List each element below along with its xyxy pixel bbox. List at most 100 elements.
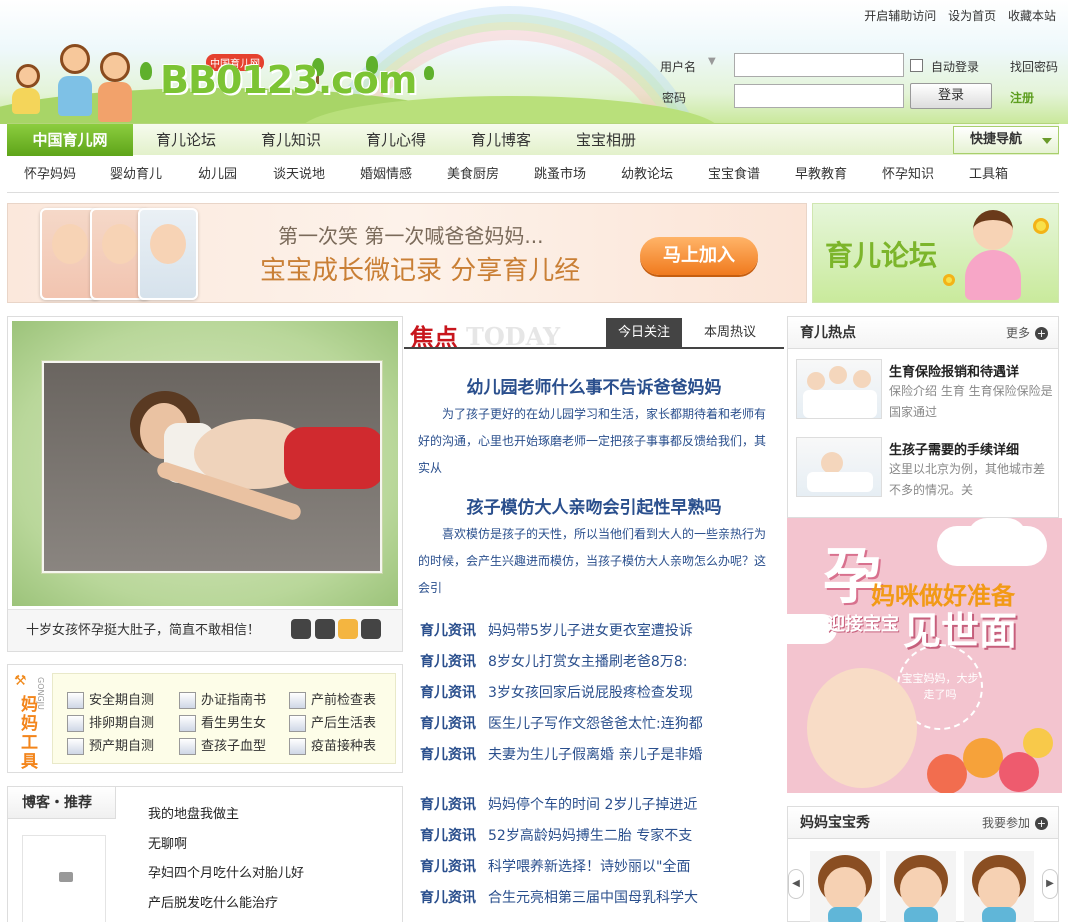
tool-icon — [179, 738, 196, 755]
news-item[interactable]: 育儿资讯 合生元亮相第三届中国母乳科学大 — [420, 887, 698, 907]
tool-icon — [289, 738, 306, 755]
subnav-item[interactable]: 婴幼育儿 — [110, 157, 162, 193]
slide-dot-active[interactable] — [338, 619, 358, 639]
join-now-button[interactable]: 马上加入 — [640, 237, 758, 275]
forum-banner[interactable]: 育儿论坛 — [812, 203, 1059, 303]
nav-home[interactable]: 中国育儿网 — [7, 124, 133, 156]
hot-item-title[interactable]: 生孩子需要的手续详细 — [889, 439, 1019, 458]
hot-thumbnail[interactable] — [796, 437, 882, 497]
subnav-item[interactable]: 早教教育 — [795, 157, 847, 193]
tool-icon — [67, 715, 84, 732]
tool-ovulation[interactable]: 排卵期自测 — [67, 715, 154, 733]
subnav-item[interactable]: 幼儿园 — [198, 157, 237, 193]
blog-link[interactable]: 无聊啊 — [148, 833, 187, 852]
focus-body: 幼儿园老师什么事不告诉爸爸妈妈 为了孩子更好的在幼儿园学习和生活，家长都期待着和… — [404, 347, 784, 609]
subnav-item[interactable]: 谈天说地 — [273, 157, 325, 193]
bookmark-link[interactable]: 收藏本站 — [1008, 9, 1056, 23]
subnav-item[interactable]: 美食厨房 — [447, 157, 499, 193]
news-item[interactable]: 育儿资讯 52岁高龄妈妈搏生二胎 专家不支 — [420, 825, 692, 845]
show-title: 妈妈宝宝秀 — [800, 815, 870, 831]
tool-icon — [289, 692, 306, 709]
blog-link[interactable]: 我的地盘我做主 — [148, 803, 239, 822]
hammer-icon: ⚒ — [14, 673, 27, 689]
blog-recommend: 博客・推荐 我的地盘我做主 无聊啊 孕妇四个月吃什么对胎儿好 产后脱发吃什么能治… — [7, 786, 403, 922]
show-avatar[interactable] — [964, 851, 1034, 922]
tool-vaccine[interactable]: 疫苗接种表 — [289, 738, 376, 756]
tool-prenatal-check[interactable]: 产前检查表 — [289, 692, 376, 710]
slide-photo[interactable] — [42, 361, 382, 573]
flower-icon — [943, 274, 955, 286]
mom-tools: ⚒ 妈妈工具 GONGJU 安全期自测 办证指南书 产前检查表 排卵期自测 看生… — [7, 664, 403, 773]
tool-due-date[interactable]: 预产期自测 — [67, 738, 154, 756]
tab-weekly[interactable]: 本周热议 — [690, 318, 770, 348]
main-nav: 中国育儿网 育儿论坛 育儿知识 育儿心得 育儿博客 宝宝相册 快捷导航 — [7, 123, 1059, 156]
accessibility-link[interactable]: 开启辅助访问 — [864, 9, 936, 23]
subnav-item[interactable]: 幼教论坛 — [621, 157, 673, 193]
slide-dot[interactable] — [291, 619, 311, 639]
nav-knowledge[interactable]: 育儿知识 — [261, 124, 321, 156]
subnav-item[interactable]: 婚姻情感 — [360, 157, 412, 193]
hot-item-title[interactable]: 生育保险报销和待遇详 — [889, 361, 1019, 380]
chevron-down-icon[interactable]: ▼ — [708, 56, 716, 67]
quick-nav-dropdown[interactable]: 快捷导航 — [953, 126, 1059, 154]
tool-blood-type[interactable]: 查孩子血型 — [179, 738, 266, 756]
slide-dot[interactable] — [315, 619, 335, 639]
nav-album[interactable]: 宝宝相册 — [576, 124, 636, 156]
subnav-item[interactable]: 宝宝食谱 — [708, 157, 760, 193]
tool-certificate-guide[interactable]: 办证指南书 — [179, 692, 266, 710]
join-link[interactable]: 我要参加 + — [982, 807, 1048, 839]
blog-link[interactable]: 产后脱发吃什么能治疗 — [148, 892, 278, 911]
nav-experience[interactable]: 育儿心得 — [366, 124, 426, 156]
tools-en-label: GONGJU — [36, 677, 45, 710]
password-label: 密码 — [662, 91, 687, 105]
tool-icon — [67, 738, 84, 755]
tool-gender[interactable]: 看生男生女 — [179, 715, 266, 733]
news-item[interactable]: 育儿资讯 夫妻为生儿子假离婚 亲儿子是非婚 — [420, 744, 702, 764]
username-input[interactable] — [734, 53, 904, 77]
nav-blog[interactable]: 育儿博客 — [471, 124, 531, 156]
headline-link[interactable]: 幼儿园老师什么事不告诉爸爸妈妈 — [404, 373, 784, 398]
news-item[interactable]: 育儿资讯 妈妈带5岁儿子进女更衣室遭投诉 — [420, 620, 693, 640]
subnav-item[interactable]: 怀孕知识 — [882, 157, 934, 193]
flower-icon — [1033, 218, 1049, 234]
forgot-password-link[interactable]: 找回密码 — [1010, 58, 1058, 75]
site-logo[interactable]: BB0123.com — [160, 58, 417, 102]
hot-title: 育儿热点 — [800, 325, 856, 341]
auto-login-label: 自动登录 — [931, 60, 980, 74]
news-item[interactable]: 育儿资讯 妈妈停个车的时间 2岁儿子掉进近 — [420, 794, 697, 814]
baby-illustration — [807, 668, 917, 788]
blog-link[interactable]: 孕妇四个月吃什么对胎儿好 — [148, 862, 304, 881]
tab-today[interactable]: 今日关注 — [606, 318, 682, 348]
news-item[interactable]: 育儿资讯 3岁女孩回家后说屁股疼检查发现 — [420, 682, 693, 702]
set-homepage-link[interactable]: 设为首页 — [948, 9, 996, 23]
news-item[interactable]: 育儿资讯 8岁女儿打赏女主播刷老爸8万8: — [420, 651, 687, 671]
show-avatar[interactable] — [810, 851, 880, 922]
show-avatar[interactable] — [886, 851, 956, 922]
chevron-left-icon[interactable]: ◀ — [788, 869, 804, 899]
more-link[interactable]: 更多 + — [1006, 317, 1048, 349]
tool-safe-period[interactable]: 安全期自测 — [67, 692, 154, 710]
pregnancy-ad[interactable]: 孕 妈咪做好准备 迎接宝宝 见世面 宝宝妈妈，大步走了吗 — [787, 518, 1062, 793]
password-input[interactable] — [734, 84, 904, 108]
tool-icon — [67, 692, 84, 709]
join-banner[interactable]: 第一次笑 第一次喊爸爸妈妈... 宝宝成长微记录 分享育儿经 马上加入 — [7, 203, 807, 303]
tool-icon — [179, 692, 196, 709]
chevron-right-icon[interactable]: ▶ — [1042, 869, 1058, 899]
focus-header: TODAY 焦点 今日关注 本周热议 — [404, 316, 784, 352]
auto-login-checkbox[interactable] — [910, 59, 923, 72]
tool-postpartum[interactable]: 产后生活表 — [289, 715, 376, 733]
subnav-item[interactable]: 怀孕妈妈 — [24, 157, 76, 193]
subnav-item[interactable]: 工具箱 — [969, 157, 1008, 193]
register-link[interactable]: 注册 — [1010, 89, 1034, 106]
login-form: 用户名 ▼ 自动登录 找回密码 密码 登录 注册 — [660, 52, 1064, 112]
subnav-item[interactable]: 跳蚤市场 — [534, 157, 586, 193]
news-item[interactable]: 育儿资讯 科学喂养新选择！诗妙丽以"全面 — [420, 856, 690, 876]
news-item[interactable]: 育儿资讯 医生儿子写作文怨爸爸太忙:连狗都 — [420, 713, 703, 733]
avatar[interactable] — [22, 835, 106, 922]
hot-thumbnail[interactable] — [796, 359, 882, 419]
login-button[interactable]: 登录 — [910, 83, 992, 109]
slide-dot[interactable] — [361, 619, 381, 639]
headline-link[interactable]: 孩子模仿大人亲吻会引起性早熟吗 — [404, 493, 784, 518]
ad-subline: 迎接宝宝 — [827, 614, 899, 635]
nav-forum[interactable]: 育儿论坛 — [156, 124, 216, 156]
